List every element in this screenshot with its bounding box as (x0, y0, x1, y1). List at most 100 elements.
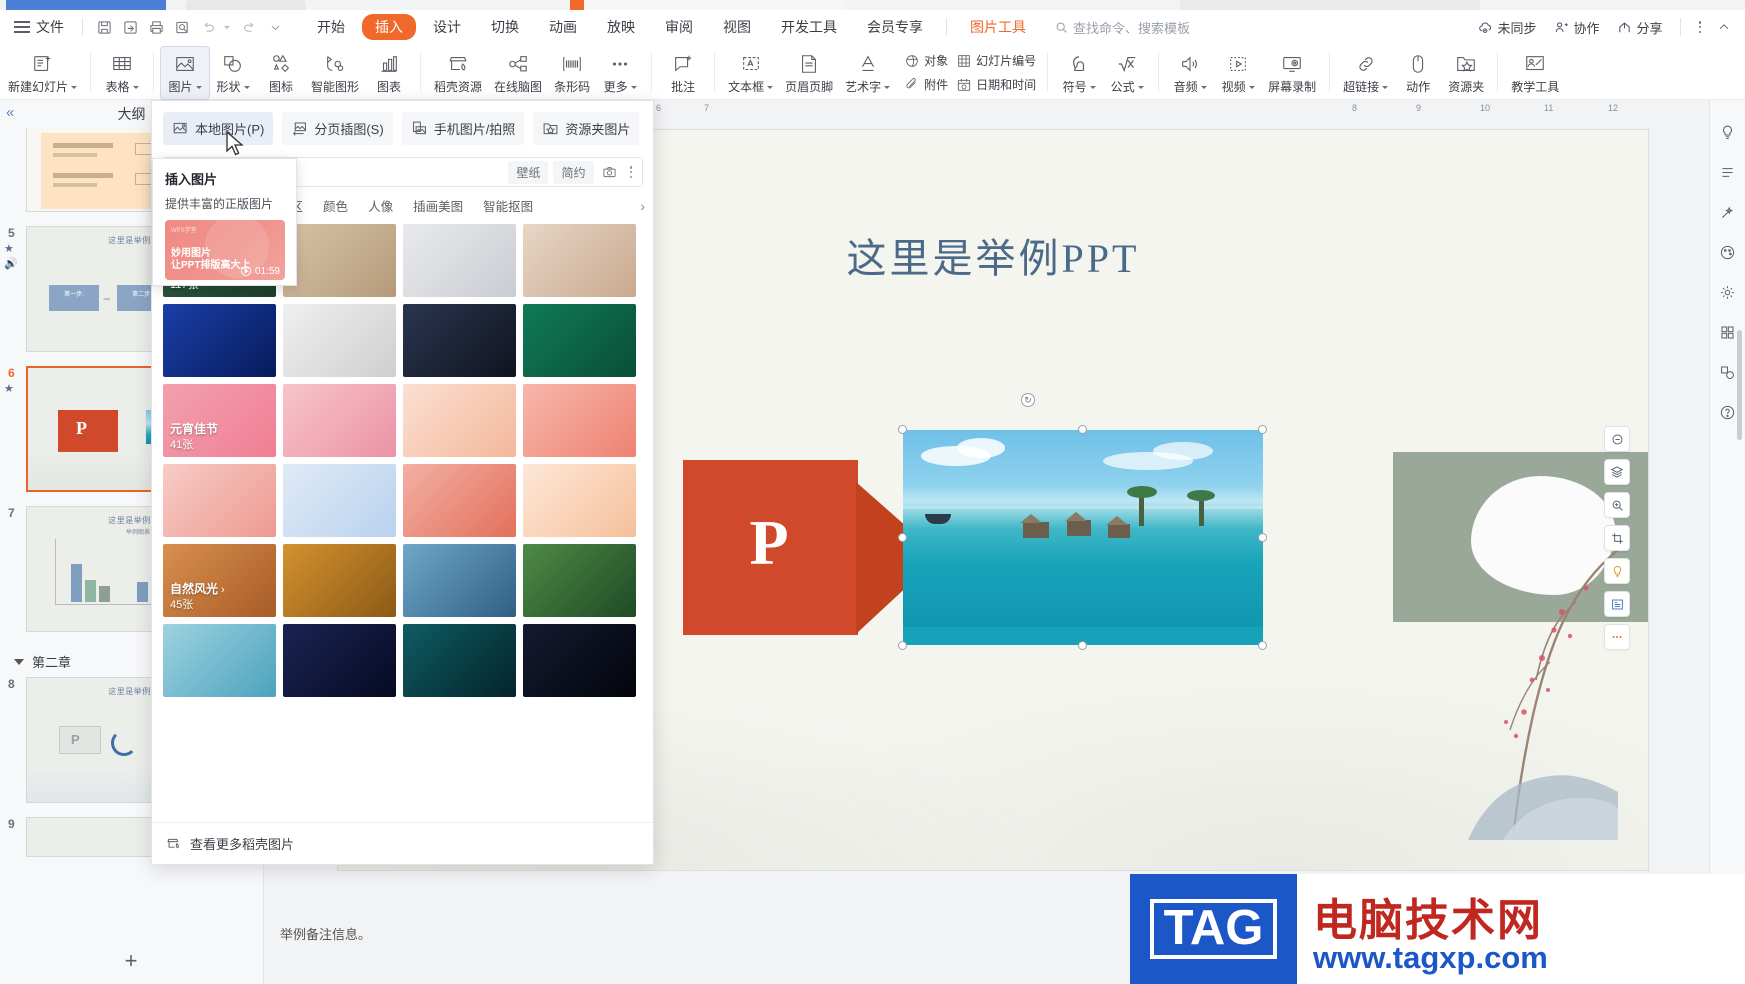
hyperlink-button[interactable]: 超链接 (1337, 47, 1394, 99)
redo-icon[interactable] (236, 16, 262, 38)
category-illustration[interactable]: 插画美图 (413, 196, 463, 215)
list-icon[interactable] (1716, 160, 1740, 184)
docer-resource-button[interactable]: 稻壳资源 (428, 47, 488, 99)
chevron-down-icon[interactable] (1089, 85, 1096, 89)
picture-tile[interactable] (163, 304, 276, 377)
tab-transition[interactable]: 切换 (478, 14, 532, 40)
picture-tile[interactable] (523, 544, 636, 617)
shrink-button[interactable] (1604, 426, 1630, 452)
smartart-button[interactable]: 智能图形 (305, 47, 365, 99)
picture-tile[interactable] (283, 224, 396, 297)
local-picture-option[interactable]: 本地图片(P) (163, 112, 274, 145)
save-icon[interactable] (91, 16, 117, 38)
chevron-down-icon[interactable] (71, 85, 78, 89)
menu-hamburger-icon[interactable] (14, 21, 30, 33)
mindmap-button[interactable]: 在线脑图 (488, 47, 548, 99)
handle-mr[interactable] (1258, 533, 1267, 542)
picture-tile[interactable] (163, 624, 276, 697)
handle-tr[interactable] (1258, 425, 1267, 434)
handle-tl[interactable] (898, 425, 907, 434)
chevron-down-icon[interactable] (1248, 85, 1255, 89)
view-more-docer-pictures[interactable]: 查看更多稻壳图片 (152, 822, 653, 864)
tab-picture-tools[interactable]: 图片工具 (957, 14, 1039, 40)
tab-view[interactable]: 视图 (710, 14, 764, 40)
shapes-panel-icon[interactable] (1716, 360, 1740, 384)
kebab-menu-icon[interactable] (1698, 21, 1701, 33)
crop-button[interactable] (1604, 525, 1630, 551)
table-button[interactable]: 表格 (98, 47, 146, 99)
picture-tile[interactable] (403, 224, 516, 297)
search-chip-simple[interactable]: 简约 (553, 160, 594, 184)
screen-record-button[interactable]: 屏幕录制 (1262, 47, 1322, 99)
picture-tile[interactable] (283, 624, 396, 697)
shapes-button[interactable]: 形状 (209, 47, 257, 99)
file-menu-button[interactable]: 文件 (36, 17, 64, 37)
doc-tab-1[interactable] (6, 0, 166, 10)
smart-button[interactable] (1604, 558, 1630, 584)
picture-tile[interactable]: 自然风光 45张 › (163, 544, 276, 617)
chevron-down-icon[interactable] (195, 85, 202, 89)
picture-tile[interactable] (283, 464, 396, 537)
handle-ml[interactable] (898, 533, 907, 542)
handle-tc[interactable] (1078, 425, 1087, 434)
object-button[interactable]: 对象 (904, 49, 948, 73)
textbox-button[interactable]: 文本框 (722, 47, 779, 99)
camera-icon[interactable] (598, 161, 622, 183)
search-chip-wallpaper[interactable]: 壁纸 (508, 160, 549, 184)
picture-tile[interactable]: 元宵佳节 41张 (163, 384, 276, 457)
icons-button[interactable]: 图标 (257, 47, 305, 99)
kebab-menu-icon[interactable] (629, 166, 632, 178)
tab-design[interactable]: 设计 (420, 14, 474, 40)
phone-picture-option[interactable]: 手机图片/拍照 (401, 112, 525, 145)
customize-quick-access-icon[interactable] (262, 16, 288, 38)
tab-start[interactable]: 开始 (304, 14, 358, 40)
category-smart-cutout[interactable]: 智能抠图 (483, 196, 533, 215)
handle-br[interactable] (1258, 641, 1267, 650)
share-button[interactable]: 分享 (1617, 18, 1663, 37)
grid-icon[interactable] (1716, 320, 1740, 344)
picture-tile[interactable] (523, 224, 636, 297)
category-portrait[interactable]: 人像 (368, 196, 393, 215)
chevron-down-icon[interactable] (132, 85, 139, 89)
magic-icon[interactable] (1716, 200, 1740, 224)
attachment-button[interactable]: 附件 (904, 73, 948, 97)
chevron-down-icon[interactable] (1200, 85, 1207, 89)
picture-tile[interactable] (283, 544, 396, 617)
chevron-down-icon[interactable] (630, 85, 637, 89)
vertical-scrollbar[interactable] (1737, 330, 1742, 440)
audio-button[interactable]: 音频 (1166, 47, 1214, 99)
chevron-down-icon[interactable] (1382, 85, 1389, 89)
barcode-button[interactable]: 条形码 (548, 47, 596, 99)
sync-status-button[interactable]: 未同步 (1478, 18, 1536, 37)
tab-review[interactable]: 审阅 (652, 14, 706, 40)
zoom-button[interactable] (1604, 492, 1630, 518)
picture-tile[interactable] (403, 464, 516, 537)
handle-bl[interactable] (898, 641, 907, 650)
help-icon[interactable] (1716, 400, 1740, 424)
more-button[interactable] (1604, 624, 1630, 650)
resource-folder-picture-option[interactable]: 资源夹图片 (533, 112, 640, 145)
video-button[interactable]: 视频 (1214, 47, 1262, 99)
print-preview-icon[interactable] (169, 16, 195, 38)
chevron-right-icon[interactable]: › (640, 198, 645, 214)
beach-photo-image[interactable] (903, 430, 1263, 645)
wordart-button[interactable]: 艺术字 (839, 47, 896, 99)
tab-insert[interactable]: 插入 (362, 14, 416, 40)
date-time-button[interactable]: 日期和时间 (956, 73, 1036, 97)
gear-icon[interactable] (1716, 280, 1740, 304)
teaching-tool-button[interactable]: 教学工具 (1505, 47, 1565, 99)
symbol-button[interactable]: 符号 (1055, 47, 1103, 99)
picture-tile[interactable] (163, 464, 276, 537)
chevron-right-icon[interactable]: › (221, 584, 225, 596)
text-wrap-button[interactable] (1604, 591, 1630, 617)
tooltip-video-card[interactable]: WPS学堂 妙用图片 让PPT排版高大上 01:59 (165, 220, 285, 280)
chevron-down-icon[interactable] (243, 85, 250, 89)
tab-member[interactable]: 会员专享 (854, 14, 936, 40)
chevron-down-icon[interactable] (767, 85, 774, 89)
collaborate-button[interactable]: 协作 (1554, 18, 1599, 37)
header-footer-button[interactable]: 页眉页脚 (779, 47, 839, 99)
palette-icon[interactable] (1716, 240, 1740, 264)
handle-bc[interactable] (1078, 641, 1087, 650)
picture-tile[interactable] (403, 304, 516, 377)
picture-tile[interactable] (283, 384, 396, 457)
